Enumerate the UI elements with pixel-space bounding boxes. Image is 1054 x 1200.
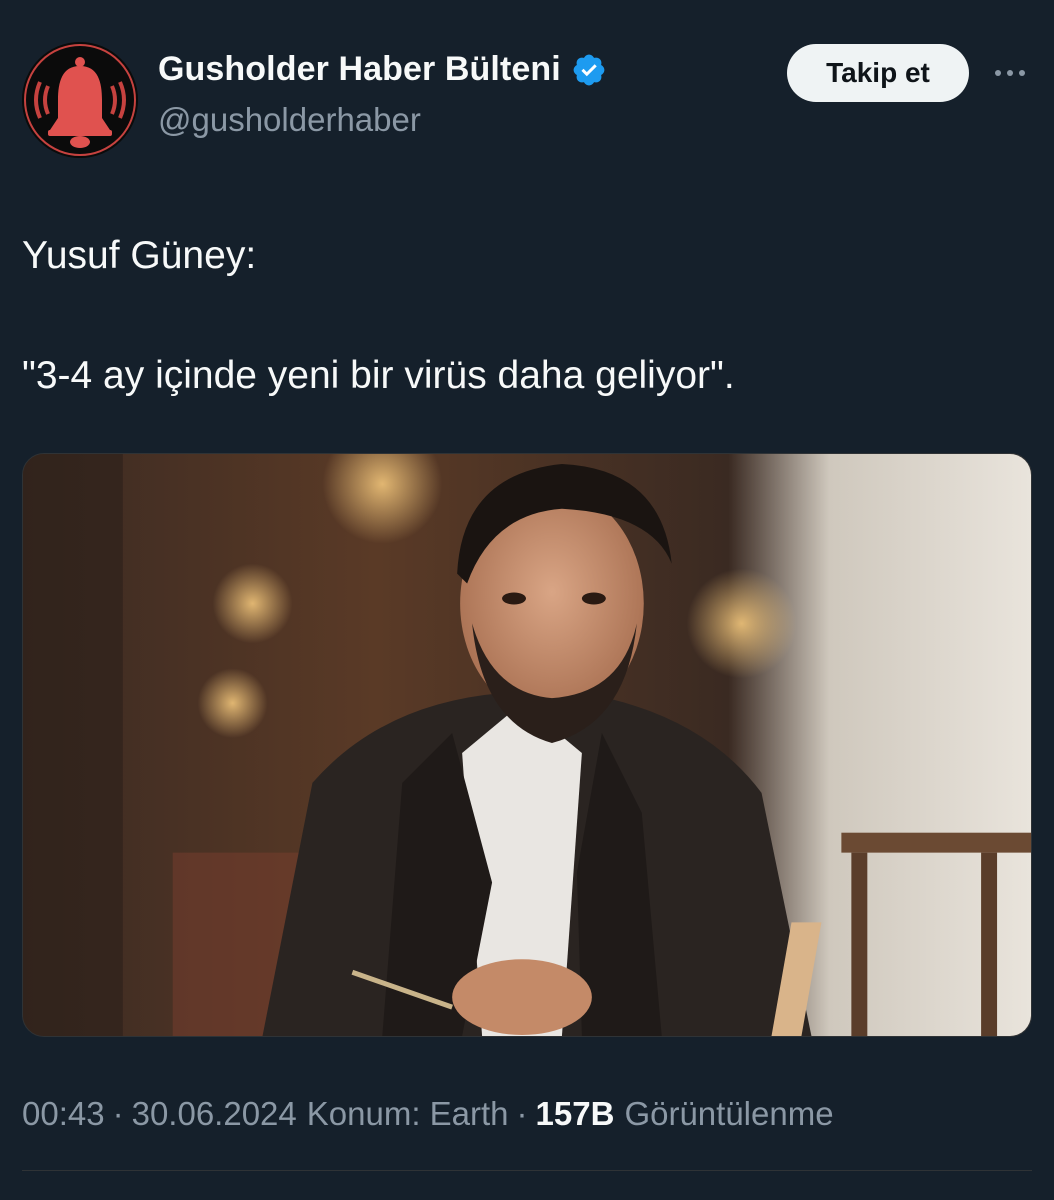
views-count: 157B [535, 1095, 615, 1132]
more-dot [995, 70, 1001, 76]
photo-portrait-image [23, 454, 1031, 1036]
more-dot [1019, 70, 1025, 76]
tweet-card: Gusholder Haber Bülteni @gusholderhaber … [0, 0, 1054, 1200]
tweet-text-line-2: "3-4 ay içinde yeni bir virüs daha geliy… [22, 354, 735, 397]
divider [22, 1170, 1032, 1171]
more-horizontal-icon[interactable] [990, 58, 1030, 88]
tweet-photo[interactable] [22, 453, 1032, 1037]
tweet-text: Yusuf Güney: "3-4 ay içinde yeni bir vir… [22, 226, 1022, 406]
tweet-meta: 00:43 · 30.06.2024 Konum: Earth · 157B G… [22, 1095, 834, 1133]
bell-icon [22, 42, 138, 158]
author-name-row[interactable]: Gusholder Haber Bülteni [158, 50, 607, 89]
author-avatar[interactable] [22, 42, 138, 158]
follow-button[interactable]: Takip et [787, 44, 969, 102]
tweet-date[interactable]: 30.06.2024 [132, 1095, 297, 1133]
views-label: Görüntülenme [624, 1095, 834, 1132]
tweet-text-line-1: Yusuf Güney: [22, 234, 257, 277]
meta-separator: · [112, 1095, 124, 1132]
tweet-time[interactable]: 00:43 [22, 1095, 105, 1133]
more-dot [1007, 70, 1013, 76]
meta-separator: · [516, 1095, 528, 1132]
author-handle[interactable]: @gusholderhaber [158, 101, 421, 139]
author-display-name[interactable]: Gusholder Haber Bülteni [158, 50, 561, 89]
tweet-location: Konum: Earth [306, 1095, 509, 1132]
verified-badge-icon[interactable] [571, 52, 607, 88]
